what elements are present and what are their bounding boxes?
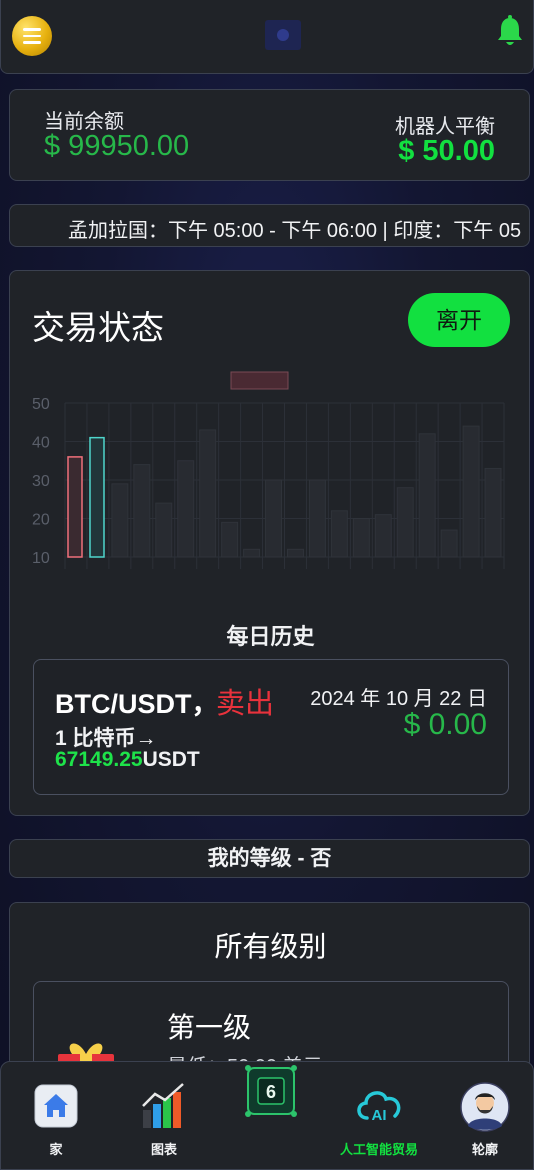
balance-card: 当前余额 $ 99950.00 机器人平衡 $ 50.00 [9,89,530,181]
avatar-icon [460,1082,510,1132]
leave-button[interactable]: 离开 [408,293,510,347]
chip-icon: 6 [245,1065,297,1117]
chart-bar [155,502,173,558]
trade-price-unit: USDT [142,748,200,771]
svg-text:6: 6 [266,1082,276,1102]
y-tick-label: 40 [32,435,50,452]
ai-cloud-icon: AI [357,1091,401,1124]
my-level-text: 我的等级 - 否 [207,847,332,870]
home-icon [34,1084,78,1128]
trade-date: 2024 年 10 月 22 日 [310,688,487,710]
chart-icon [142,1083,184,1128]
my-level-bar: 我的等级 - 否 [9,839,530,878]
chart-bar [418,433,436,558]
chart-bar [133,464,151,558]
y-tick-label: 20 [32,512,50,529]
y-tick-label: 50 [32,396,50,413]
chart-bar [111,483,129,558]
chart-bar [462,425,480,558]
y-tick-label: 10 [32,550,50,567]
top-bar [0,0,534,74]
robot-balance-value: $ 50.00 [398,135,495,167]
trading-status-title: 交易状态 [32,309,164,346]
chart-y-ticks: 50 40 30 20 10 [32,396,50,567]
nav-home[interactable]: 家 [23,1062,89,1170]
nav-profile[interactable]: 轮廓 [455,1062,515,1170]
chart-bar [308,479,326,558]
trade-pnl: $ 0.00 [403,708,487,741]
nav-chart-label: 图表 [150,1142,177,1157]
trade-price: 67149.25USDT [55,748,200,772]
y-tick-label: 30 [32,473,50,490]
trade-side: 卖出 [216,688,275,720]
chart-bar [221,521,239,558]
ticker-text: 孟加拉国：下午 05:00 - 下午 06:00 | 印度：下午 05 [68,220,522,242]
current-balance-value: $ 99950.00 [44,130,190,162]
chart-bar [330,510,348,558]
trade-pair: BTC/USDT， [55,689,219,719]
chart-bar [374,514,392,558]
chart-grid [64,402,505,569]
chart-legend-swatch [230,371,289,390]
nav-profile-label: 轮廓 [471,1142,498,1157]
chart-bar [352,518,370,558]
hamburger-icon[interactable] [12,16,52,56]
chart-bar [265,479,283,558]
chart-bar-highlight [89,436,105,558]
chart-bar [177,460,195,558]
nav-ai-trade[interactable]: AI 人工智能贸易 [331,1062,427,1170]
bell-icon[interactable] [495,15,525,49]
trade-price-value: 67149.25 [55,748,143,771]
all-levels-title: 所有级别 [214,931,327,962]
chart-bar [396,487,414,558]
nav-ai-trade-label: 人工智能贸易 [339,1142,418,1157]
trading-chart: 50 40 30 20 10 [32,371,505,569]
nav-chart[interactable]: 图表 [131,1062,197,1170]
market-hours-ticker: 孟加拉国：下午 05:00 - 下午 06:00 | 印度：下午 05 [9,204,530,247]
chart-bar [287,548,304,558]
bottom-navigation: 家 图表 6 AI 人工智能贸易 轮廓 [0,1061,534,1170]
chart-bar [484,467,502,558]
chart-bar [243,548,261,558]
level-name: 第一级 [167,1012,252,1043]
nav-trade-bot[interactable]: 6 [241,1062,301,1170]
svg-text:AI: AI [372,1107,387,1124]
logo-icon [265,20,301,50]
daily-history-title: 每日历史 [226,624,315,649]
chart-bar-highlight [67,456,83,558]
trading-status-card: 交易状态 离开 50 40 30 20 10 每日历史 BTC/USDT， 卖出 202… [9,270,530,816]
history-item[interactable]: BTC/USDT， 卖出 2024 年 10 月 22 日 $ 0.00 1 比… [33,659,509,795]
nav-home-label: 家 [49,1142,63,1157]
chart-bar [199,429,217,558]
chart-bar [440,529,458,558]
